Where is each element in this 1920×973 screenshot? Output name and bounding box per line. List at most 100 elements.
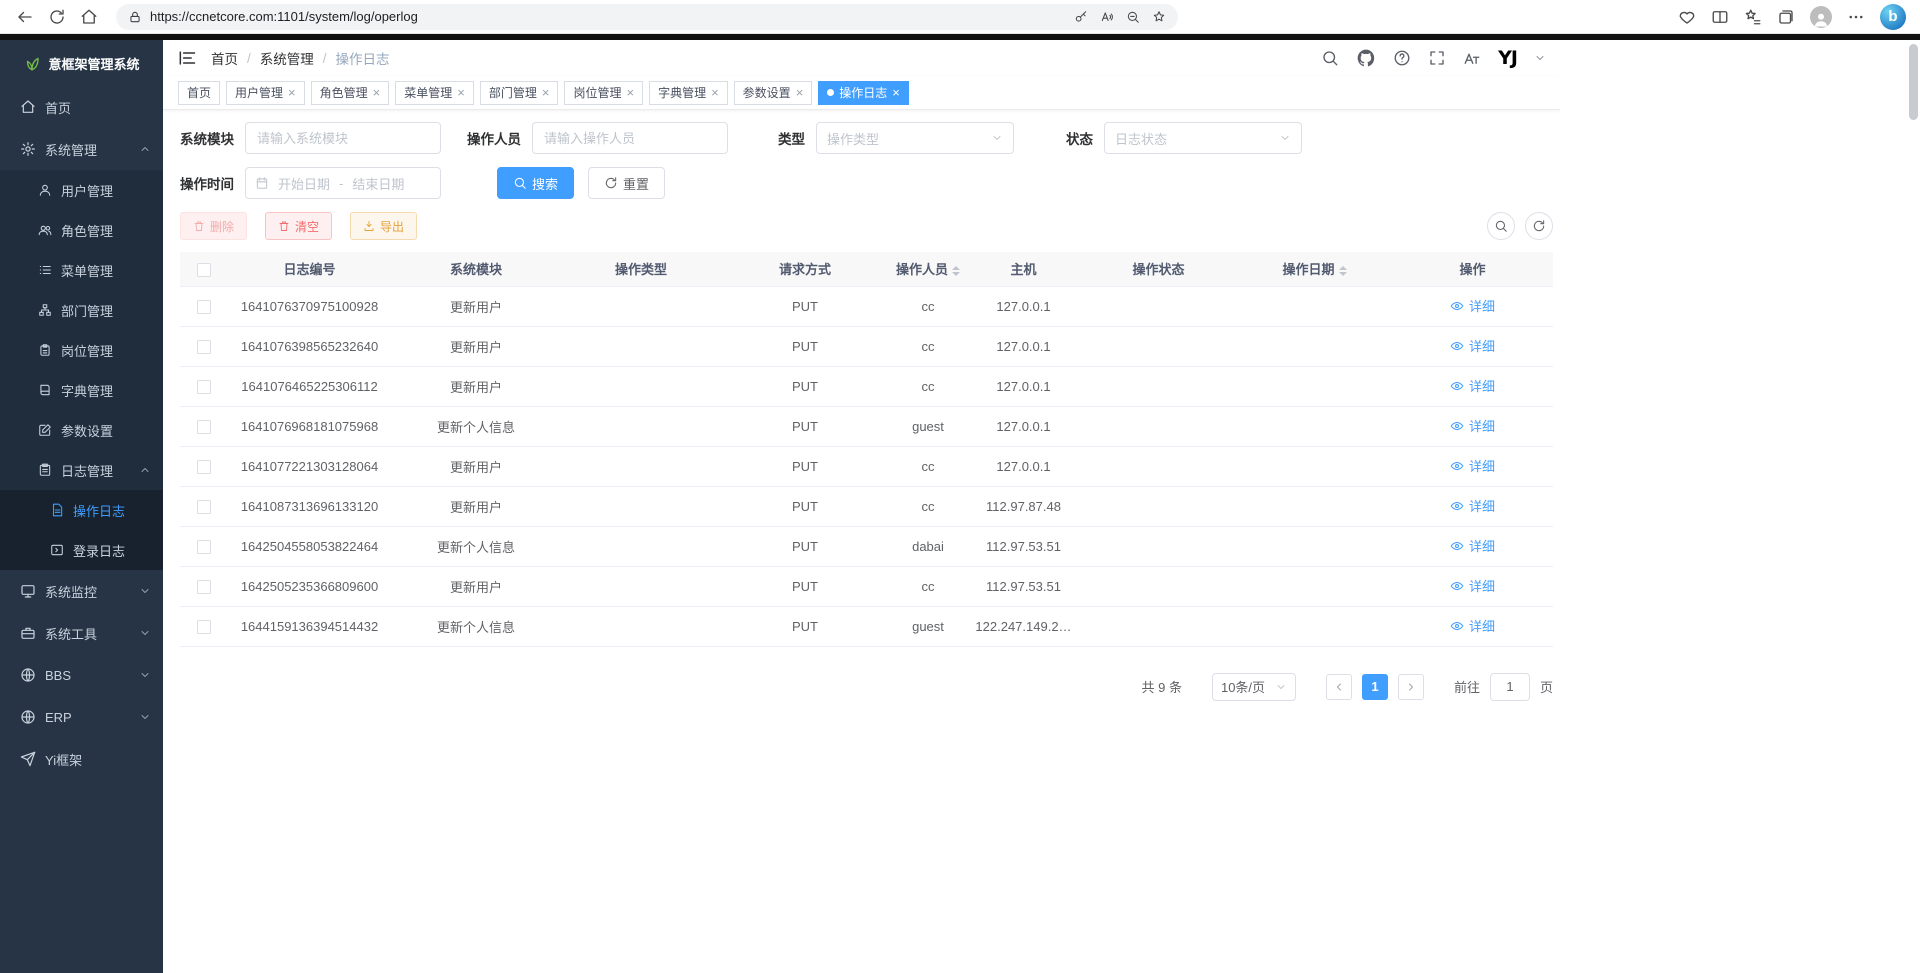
row-checkbox[interactable] (197, 620, 211, 634)
page-number-button[interactable]: 1 (1362, 674, 1388, 700)
sidebar-item-role-management[interactable]: 角色管理 (0, 210, 163, 250)
tab-close-icon[interactable]: × (288, 86, 296, 99)
more-menu-icon[interactable] (1847, 8, 1865, 26)
split-screen-icon[interactable] (1711, 8, 1729, 26)
sidebar-item-user-management[interactable]: 用户管理 (0, 170, 163, 210)
github-icon[interactable] (1356, 48, 1376, 68)
tab-close-icon[interactable]: × (457, 86, 465, 99)
tab-close-icon[interactable]: × (796, 86, 804, 99)
sidebar-item-post-management[interactable]: 岗位管理 (0, 330, 163, 370)
tab-close-icon[interactable]: × (542, 86, 550, 99)
row-checkbox[interactable] (197, 540, 211, 554)
detail-link[interactable]: 详细 (1450, 456, 1495, 475)
row-checkbox[interactable] (197, 460, 211, 474)
select-all-checkbox[interactable] (197, 263, 211, 277)
collections-icon[interactable] (1777, 8, 1795, 26)
reset-button[interactable]: 重置 (588, 167, 665, 199)
operator-input[interactable] (532, 122, 728, 154)
row-checkbox[interactable] (197, 340, 211, 354)
font-size-icon[interactable] (1463, 49, 1481, 67)
favorites-bar-icon[interactable] (1744, 8, 1762, 26)
sidebar-item-system-monitor[interactable]: 系统监控 (0, 570, 163, 612)
show-search-toggle-button[interactable] (1487, 212, 1515, 240)
yi-logo[interactable]: YJ (1498, 47, 1517, 69)
row-checkbox[interactable] (197, 500, 211, 514)
favorite-star-icon[interactable] (1152, 10, 1166, 24)
tab-department-management[interactable]: 部门管理× (480, 81, 559, 105)
status-select[interactable]: 日志状态 (1104, 122, 1302, 154)
header-search-icon[interactable] (1321, 49, 1339, 67)
tab-role-management[interactable]: 角色管理× (311, 81, 390, 105)
page-scrollbar[interactable] (1909, 44, 1918, 120)
header-operation-date[interactable]: 操作日期 (1237, 252, 1392, 286)
zoom-out-icon[interactable] (1126, 10, 1140, 24)
sidebar-item-bbs[interactable]: BBS (0, 654, 163, 696)
browser-back-button[interactable] (10, 3, 40, 31)
help-icon[interactable] (1393, 49, 1411, 67)
detail-link[interactable]: 详细 (1450, 616, 1495, 635)
tab-close-icon[interactable]: × (626, 86, 634, 99)
row-checkbox[interactable] (197, 300, 211, 314)
password-key-icon[interactable] (1074, 10, 1088, 24)
header-operator[interactable]: 操作人员 (889, 252, 967, 286)
profile-avatar[interactable] (1810, 6, 1832, 28)
breadcrumb-home[interactable]: 首页 (211, 48, 238, 68)
next-page-button[interactable] (1398, 674, 1424, 700)
user-menu-caret-icon[interactable] (1534, 52, 1546, 64)
refresh-table-button[interactable] (1525, 212, 1553, 240)
sidebar-item-erp[interactable]: ERP (0, 696, 163, 738)
clear-button[interactable]: 清空 (265, 212, 332, 240)
tab-operation-log[interactable]: 操作日志× (818, 81, 909, 105)
search-button[interactable]: 搜索 (497, 167, 574, 199)
tab-post-management[interactable]: 岗位管理× (564, 81, 643, 105)
page-size-select[interactable]: 10条/页 (1212, 673, 1296, 701)
browser-refresh-button[interactable] (42, 3, 72, 31)
tab-home[interactable]: 首页 (178, 81, 220, 105)
tab-dictionary-management[interactable]: 字典管理× (649, 81, 728, 105)
sidebar-item-dictionary-management[interactable]: 字典管理 (0, 370, 163, 410)
sidebar-item-menu-management[interactable]: 菜单管理 (0, 250, 163, 290)
sidebar-item-login-log[interactable]: 登录日志 (0, 530, 163, 570)
tab-parameter-settings[interactable]: 参数设置× (734, 81, 813, 105)
tab-close-icon[interactable]: × (373, 86, 381, 99)
address-bar[interactable]: https://ccnetcore.com:1101/system/log/op… (116, 4, 1178, 30)
delete-button[interactable]: 删除 (180, 212, 247, 240)
detail-link[interactable]: 详细 (1450, 296, 1495, 315)
app-logo[interactable]: 意框架管理系统 (0, 40, 163, 86)
tab-close-icon[interactable]: × (892, 86, 900, 99)
breadcrumb-system-management[interactable]: 系统管理 (260, 48, 314, 68)
detail-link[interactable]: 详细 (1450, 496, 1495, 515)
sidebar-item-home[interactable]: 首页 (0, 86, 163, 128)
prev-page-button[interactable] (1326, 674, 1352, 700)
browser-essentials-icon[interactable] (1678, 8, 1696, 26)
bing-chat-icon[interactable]: b (1880, 4, 1906, 30)
detail-link[interactable]: 详细 (1450, 336, 1495, 355)
sort-icon[interactable] (1339, 266, 1347, 276)
sort-icon[interactable] (952, 266, 960, 276)
read-aloud-icon[interactable] (1100, 10, 1114, 24)
sidebar-item-parameter-settings[interactable]: 参数设置 (0, 410, 163, 450)
sidebar-collapse-button[interactable] (177, 48, 197, 68)
sidebar-item-system-tools[interactable]: 系统工具 (0, 612, 163, 654)
row-checkbox[interactable] (197, 420, 211, 434)
type-select[interactable]: 操作类型 (816, 122, 1014, 154)
sidebar-item-department-management[interactable]: 部门管理 (0, 290, 163, 330)
sidebar-item-log-management[interactable]: 日志管理 (0, 450, 163, 490)
date-range-picker[interactable]: 开始日期 - 结束日期 (245, 167, 441, 199)
row-checkbox[interactable] (197, 580, 211, 594)
detail-link[interactable]: 详细 (1450, 416, 1495, 435)
row-checkbox[interactable] (197, 380, 211, 394)
sidebar-item-yi-framework[interactable]: Yi框架 (0, 738, 163, 780)
sidebar-item-operation-log[interactable]: 操作日志 (0, 490, 163, 530)
export-button[interactable]: 导出 (350, 212, 417, 240)
detail-link[interactable]: 详细 (1450, 536, 1495, 555)
goto-page-input[interactable] (1490, 673, 1530, 701)
fullscreen-icon[interactable] (1428, 49, 1446, 67)
detail-link[interactable]: 详细 (1450, 576, 1495, 595)
tab-user-management[interactable]: 用户管理× (226, 81, 305, 105)
browser-home-button[interactable] (74, 3, 104, 31)
sidebar-item-system-management[interactable]: 系统管理 (0, 128, 163, 170)
tab-menu-management[interactable]: 菜单管理× (395, 81, 474, 105)
tab-close-icon[interactable]: × (711, 86, 719, 99)
detail-link[interactable]: 详细 (1450, 376, 1495, 395)
